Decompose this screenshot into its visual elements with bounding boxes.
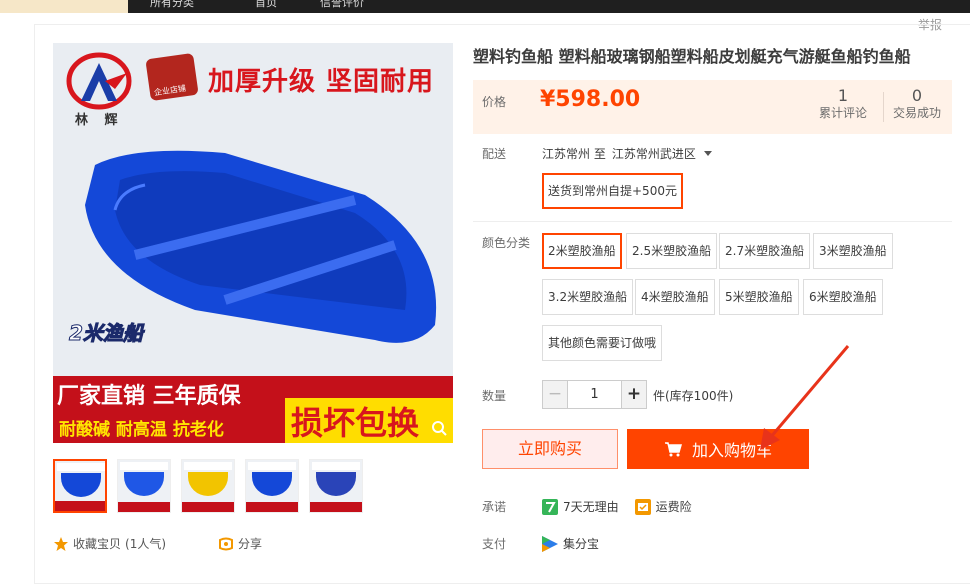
quantity-stepper: − 1 + bbox=[542, 380, 647, 409]
share-icon bbox=[219, 537, 233, 550]
top-navigation-bar: 所有分类 首页 信誉评价 bbox=[0, 0, 970, 13]
stock-info: 件(库存100件) bbox=[653, 389, 734, 403]
thumbnail-5[interactable] bbox=[309, 459, 363, 513]
reviews-stat[interactable]: 1 累计评论 bbox=[819, 87, 867, 121]
nav-credit[interactable]: 信誉评价 bbox=[320, 0, 364, 10]
color-option-9[interactable]: 其他颜色需要订做哦 bbox=[542, 325, 663, 361]
stat-divider bbox=[883, 92, 884, 122]
promo-line-3: 损坏包换 bbox=[291, 404, 420, 442]
brand-name: 林 辉 bbox=[75, 113, 124, 128]
color-option-2[interactable]: 2.5米塑胶渔船 bbox=[626, 233, 718, 269]
promise-shipping-insurance[interactable]: 运费险 bbox=[634, 498, 692, 515]
thumbnail-1[interactable] bbox=[53, 459, 107, 513]
shipping-route: 江苏常州 至 江苏常州武进区 bbox=[542, 145, 712, 162]
deals-stat: 0 交易成功 bbox=[893, 87, 941, 121]
color-option-3[interactable]: 2.7米塑胶渔船 bbox=[719, 233, 811, 269]
color-option-6[interactable]: 4米塑胶渔船 bbox=[635, 279, 715, 315]
promise-list: 7天无理由 运费险 bbox=[542, 498, 692, 515]
image-headline: 加厚升级 坚固耐用 bbox=[208, 67, 435, 97]
star-icon bbox=[54, 536, 68, 551]
top-bar-left-block bbox=[0, 0, 128, 13]
shipping-from: 江苏常州 至 bbox=[542, 147, 606, 161]
jifenbao-icon bbox=[542, 535, 558, 552]
thumbnail-3[interactable] bbox=[181, 459, 235, 513]
add-to-cart-button[interactable]: 加入购物车 bbox=[627, 429, 809, 469]
price-label: 价格 bbox=[482, 95, 507, 109]
zoom-icon[interactable] bbox=[431, 420, 447, 436]
add-to-cart-label: 加入购物车 bbox=[691, 441, 772, 460]
increase-button[interactable]: + bbox=[621, 381, 646, 408]
price-value: ¥598.00 bbox=[540, 87, 641, 112]
product-title: 塑料钓鱼船 塑料船玻璃钢船塑料船皮划艇充气游艇鱼船钓鱼船 bbox=[473, 47, 911, 66]
color-option-4[interactable]: 3米塑胶渔船 bbox=[813, 233, 893, 269]
shipping-option[interactable]: 送货到常州自提+500元 bbox=[542, 173, 683, 209]
payment-method-label: 集分宝 bbox=[563, 537, 600, 551]
reviews-count: 1 bbox=[837, 86, 849, 105]
buy-now-button[interactable]: 立即购买 bbox=[482, 429, 618, 469]
seven-day-icon bbox=[542, 498, 558, 515]
shipping-destination[interactable]: 江苏常州武进区 bbox=[612, 145, 696, 162]
main-product-image[interactable]: 林 辉 企业店铺 加厚升级 坚固耐用 2米渔船 厂家直销 三年质保 耐酸碱 耐高… bbox=[53, 43, 453, 443]
color-option-5[interactable]: 3.2米塑胶渔船 bbox=[542, 279, 634, 315]
size-label: 2米渔船 bbox=[69, 321, 144, 346]
quantity-label: 数量 bbox=[482, 389, 507, 403]
payment-label: 支付 bbox=[482, 537, 507, 551]
shipping-label: 配送 bbox=[482, 147, 507, 161]
nav-home[interactable]: 首页 bbox=[255, 0, 277, 10]
promo-line-2: 耐酸碱 耐高温 抗老化 bbox=[59, 420, 224, 440]
favorite-label: 收藏宝贝 bbox=[73, 537, 122, 551]
color-option-7[interactable]: 5米塑胶渔船 bbox=[719, 279, 799, 315]
thumbnail-4[interactable] bbox=[245, 459, 299, 513]
color-option-8[interactable]: 6米塑胶渔船 bbox=[803, 279, 883, 315]
payment-method: 集分宝 bbox=[542, 535, 599, 552]
nav-all-categories[interactable]: 所有分类 bbox=[150, 0, 194, 10]
deals-label: 交易成功 bbox=[893, 106, 942, 120]
cart-icon bbox=[664, 442, 682, 457]
promo-line-1: 厂家直销 三年质保 bbox=[57, 384, 241, 409]
promise-label: 承诺 bbox=[482, 500, 507, 514]
promise-7-day-return[interactable]: 7天无理由 bbox=[542, 498, 619, 515]
favorite-button[interactable]: 收藏宝贝 (1人气) bbox=[53, 535, 166, 552]
share-label: 分享 bbox=[238, 537, 263, 551]
shipping-insurance-icon bbox=[634, 498, 651, 515]
promise-item-2: 运费险 bbox=[655, 500, 692, 514]
color-label: 颜色分类 bbox=[482, 236, 531, 250]
decrease-button[interactable]: − bbox=[543, 381, 568, 408]
promise-item-1: 7天无理由 bbox=[563, 500, 619, 514]
deals-count: 0 bbox=[911, 86, 923, 105]
favorite-count: (1人气) bbox=[125, 537, 167, 551]
chevron-down-icon[interactable] bbox=[703, 151, 712, 156]
color-option-1[interactable]: 2米塑胶渔船 bbox=[542, 233, 622, 269]
quantity-input[interactable]: 1 bbox=[568, 381, 621, 408]
price-panel: 价格 ¥598.00 1 累计评论 0 交易成功 bbox=[473, 80, 952, 134]
thumbnail-2[interactable] bbox=[117, 459, 171, 513]
reviews-label: 累计评论 bbox=[819, 106, 868, 120]
section-divider bbox=[473, 221, 952, 222]
share-button[interactable]: 分享 bbox=[218, 535, 262, 552]
